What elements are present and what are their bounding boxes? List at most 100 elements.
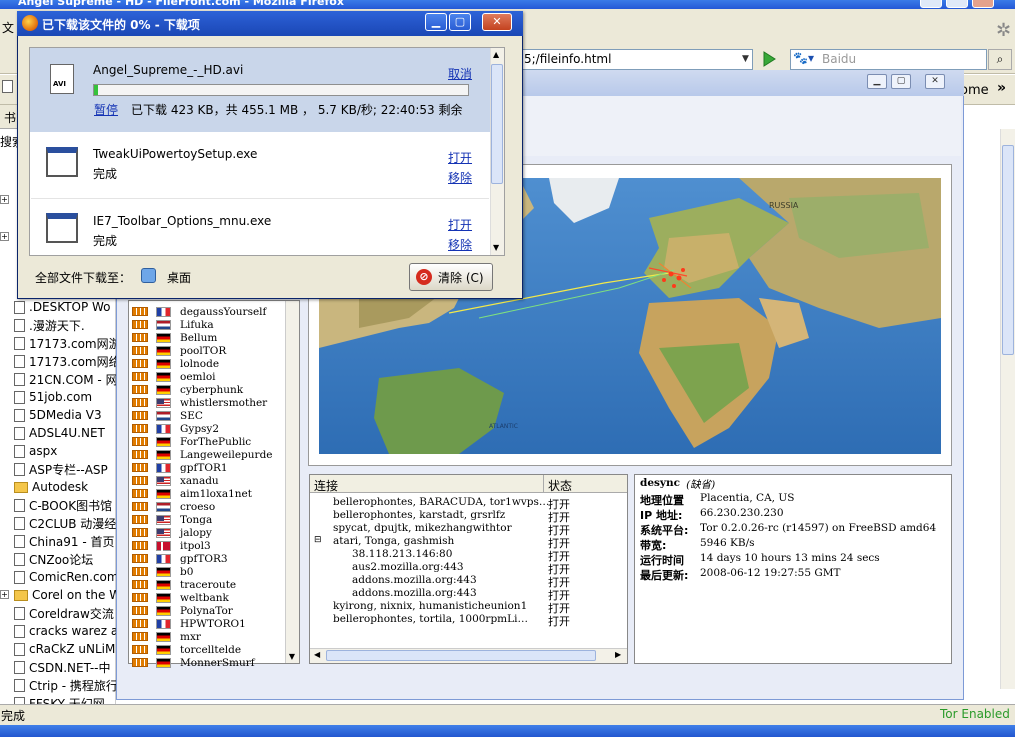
relay-row[interactable]: cyberphunk bbox=[132, 383, 243, 396]
column-divider[interactable] bbox=[543, 475, 544, 493]
scroll-down-icon[interactable]: ▼ bbox=[493, 243, 499, 252]
connection-row[interactable]: addons.mozilla.org:443 bbox=[352, 574, 477, 587]
relay-row[interactable]: mxr bbox=[132, 630, 201, 643]
close-button[interactable]: ✕ bbox=[925, 74, 945, 89]
relay-row[interactable]: torcelltelde bbox=[132, 643, 241, 656]
relay-row[interactable]: weltbank bbox=[132, 591, 229, 604]
scroll-down-icon[interactable]: ▼ bbox=[285, 650, 299, 663]
sidebar-bookmark-item[interactable]: C2CLUB 动漫经 bbox=[14, 514, 116, 532]
collapse-icon[interactable]: ⊟ bbox=[314, 535, 322, 545]
chevron-more-icon[interactable]: » bbox=[997, 80, 1006, 96]
sidebar-bookmark-item[interactable]: ComicRen.com bbox=[14, 568, 116, 586]
relay-row[interactable]: ForThePublic bbox=[132, 435, 251, 448]
pause-link[interactable]: 暂停 bbox=[94, 101, 118, 118]
column-header-status[interactable]: 状态 bbox=[548, 477, 572, 494]
scroll-right-icon[interactable]: ▶ bbox=[615, 650, 621, 659]
open-link[interactable]: 打开 bbox=[448, 216, 472, 233]
cancel-link[interactable]: 取消 bbox=[448, 65, 472, 82]
sidebar-bookmark-item[interactable]: 17173.com网络 bbox=[14, 352, 116, 370]
relay-row[interactable]: xanadu bbox=[132, 474, 219, 487]
maximize-button[interactable] bbox=[946, 0, 968, 8]
relay-row[interactable]: Langeweilepurde bbox=[132, 448, 273, 461]
relay-row[interactable]: jalopy bbox=[132, 526, 212, 539]
expand-icon[interactable]: + bbox=[0, 590, 9, 599]
sidebar-bookmark-item[interactable]: ASP专栏--ASP bbox=[14, 460, 116, 478]
column-header-connection[interactable]: 连接 bbox=[314, 477, 338, 494]
page-scrollbar-thumb[interactable] bbox=[1002, 145, 1014, 355]
url-dropdown-icon[interactable]: ▼ bbox=[739, 50, 752, 69]
sidebar-bookmark-item[interactable]: Autodesk bbox=[14, 478, 116, 496]
maximize-button[interactable]: ▢ bbox=[891, 74, 911, 89]
relay-row[interactable]: Tonga bbox=[132, 513, 212, 526]
relay-row[interactable]: Bellum bbox=[132, 331, 217, 344]
relay-row[interactable]: SEC bbox=[132, 409, 203, 422]
sidebar-bookmark-item[interactable]: 21CN.COM - 网 bbox=[14, 370, 116, 388]
connection-row[interactable]: aus2.mozilla.org:443 bbox=[352, 561, 464, 574]
sidebar-bookmark-item[interactable]: Ctrip - 携程旅行 bbox=[14, 676, 116, 694]
sidebar-bookmark-item[interactable]: 17173.com网游 bbox=[14, 334, 116, 352]
sidebar-bookmark-item[interactable]: cracks warez a bbox=[14, 622, 116, 640]
connection-hscrollbar-thumb[interactable] bbox=[326, 650, 596, 661]
search-icon[interactable]: ⌕ bbox=[988, 49, 1012, 70]
relay-row[interactable]: MonnerSmurf bbox=[132, 656, 255, 669]
clear-list-button[interactable]: ⊘ 清除 (C) bbox=[409, 263, 493, 291]
remove-link[interactable]: 移除 bbox=[448, 236, 472, 253]
sidebar-bookmark-item[interactable]: aspx bbox=[14, 442, 116, 460]
relay-row[interactable]: gpfTOR1 bbox=[132, 461, 228, 474]
relay-row[interactable]: b0 bbox=[132, 565, 193, 578]
connection-row[interactable]: bellerophontes, BARACUDA, tor1wvps… bbox=[333, 496, 549, 509]
minimize-button[interactable]: ▁ bbox=[867, 74, 887, 89]
download-list-scrollbar-thumb[interactable] bbox=[491, 64, 503, 184]
relay-row[interactable]: traceroute bbox=[132, 578, 236, 591]
sidebar-bookmark-item[interactable]: China91 - 首页 bbox=[14, 532, 116, 550]
close-button[interactable] bbox=[972, 0, 994, 8]
tor-status[interactable]: Tor Enabled bbox=[940, 707, 1010, 721]
search-box[interactable] bbox=[790, 49, 987, 70]
relay-row[interactable]: Gypsy2 bbox=[132, 422, 219, 435]
remove-link[interactable]: 移除 bbox=[448, 169, 472, 186]
sidebar-bookmark-item[interactable]: CSDN.NET--中 bbox=[14, 658, 116, 676]
sidebar-bookmark-item[interactable]: ADSL4U.NET bbox=[14, 424, 116, 442]
sidebar-bookmark-item[interactable]: C-BOOK图书馆 bbox=[14, 496, 116, 514]
connection-row[interactable]: spycat, dpujtk, mikezhangwithtor bbox=[333, 522, 512, 535]
search-input[interactable]: Baidu bbox=[822, 52, 856, 66]
sidebar-bookmark-item[interactable]: CNZoo论坛 bbox=[14, 550, 116, 568]
connection-row[interactable]: 38.118.213.146:80 bbox=[352, 548, 452, 561]
connection-row[interactable]: bellerophontes, tortila, 1000rpmLi… bbox=[333, 613, 528, 626]
menu-file[interactable]: 文 bbox=[2, 19, 14, 36]
url-bar[interactable]: 5;/fileinfo.html bbox=[520, 49, 753, 70]
download-folder-link[interactable]: 桌面 bbox=[167, 269, 191, 286]
scroll-up-icon[interactable]: ▲ bbox=[493, 50, 499, 59]
scroll-left-icon[interactable]: ◀ bbox=[314, 650, 320, 659]
sidebar-bookmark-item[interactable]: 51job.com bbox=[14, 388, 116, 406]
relay-row[interactable]: HPWTORO1 bbox=[132, 617, 246, 630]
sidebar-bookmark-item[interactable]: cRaCkZ uNLiMi bbox=[14, 640, 116, 658]
sidebar-bookmark-item[interactable]: 5DMedia V3 bbox=[14, 406, 116, 424]
search-engine-icon[interactable]: 🐾▾ bbox=[793, 51, 814, 65]
connection-row[interactable]: kyirong, nixnix, humanisticheunion1 bbox=[333, 600, 527, 613]
relay-row[interactable]: oemloi bbox=[132, 370, 216, 383]
connection-row[interactable]: addons.mozilla.org:443 bbox=[352, 587, 477, 600]
relay-row[interactable]: whistlersmother bbox=[132, 396, 267, 409]
relay-row[interactable]: lolnode bbox=[132, 357, 219, 370]
bookmark-item-home[interactable]: ome bbox=[960, 83, 989, 98]
expand-icon[interactable]: + bbox=[0, 232, 9, 241]
sidebar-bookmark-item[interactable]: .漫游天下. bbox=[14, 316, 116, 334]
relay-row[interactable]: itpol3 bbox=[132, 539, 211, 552]
expand-icon[interactable]: + bbox=[0, 195, 9, 204]
minimize-button[interactable]: ▁ bbox=[425, 13, 447, 31]
relay-row[interactable]: Lifuka bbox=[132, 318, 214, 331]
minimize-button[interactable] bbox=[920, 0, 942, 8]
sidebar-bookmark-item[interactable]: .DESKTOP Wo bbox=[14, 298, 116, 316]
sidebar-bookmark-item[interactable]: Corel on the W bbox=[14, 586, 116, 604]
go-arrow-icon[interactable] bbox=[760, 50, 778, 68]
relay-row[interactable]: PolynaTor bbox=[132, 604, 233, 617]
connection-row[interactable]: atari, Tonga, gashmish bbox=[333, 535, 454, 548]
open-link[interactable]: 打开 bbox=[448, 149, 472, 166]
sidebar-bookmark-item[interactable]: Coreldraw交流 bbox=[14, 604, 116, 622]
relay-row[interactable]: gpfTOR3 bbox=[132, 552, 228, 565]
connection-row[interactable]: bellerophontes, karstadt, grsrlfz bbox=[333, 509, 505, 522]
bookmark-page-icon[interactable] bbox=[2, 80, 13, 96]
close-button[interactable]: ✕ bbox=[482, 13, 512, 31]
relay-list-scrollbar[interactable] bbox=[285, 301, 299, 663]
